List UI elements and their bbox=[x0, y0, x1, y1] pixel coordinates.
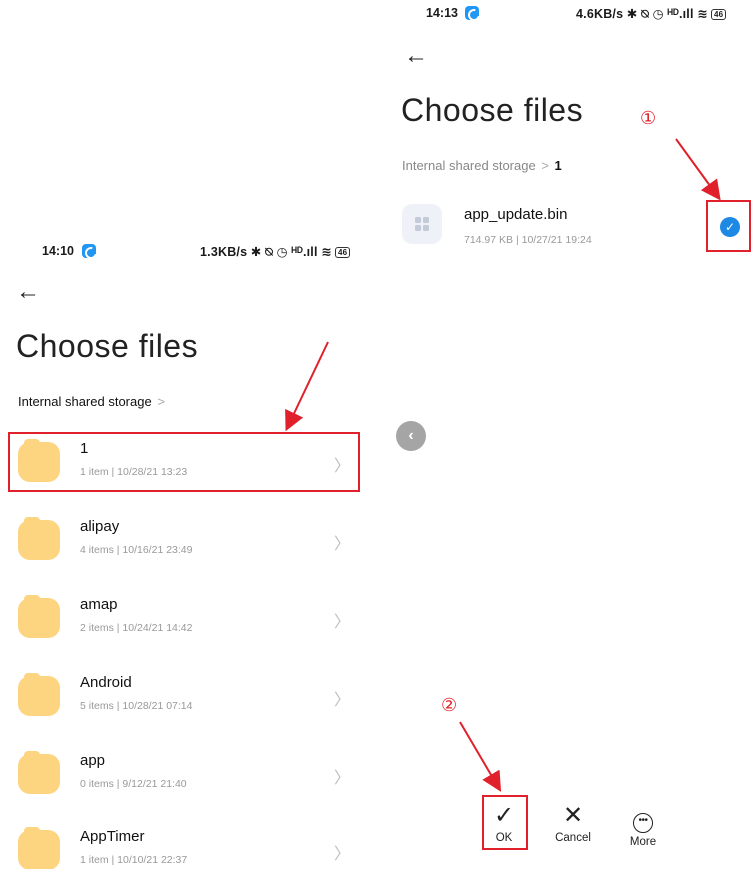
more-icon: ••• bbox=[633, 813, 653, 833]
status-indicator-text: 1.3KB/s ✱ ⍉ ◷ ᴴᴰ.ıll ≋ bbox=[200, 245, 332, 259]
battery-icon: 46 bbox=[335, 247, 351, 258]
highlight-box-folder-1 bbox=[8, 432, 360, 492]
file-meta: 714.97 KB | 10/27/21 19:24 bbox=[464, 234, 592, 246]
folder-meta: 0 items | 9/12/21 21:40 bbox=[80, 778, 187, 790]
folder-name: Android bbox=[80, 674, 132, 691]
status-time: 14:13 bbox=[426, 6, 458, 20]
breadcrumb-root[interactable]: Internal shared storage bbox=[18, 394, 152, 409]
back-arrow-icon[interactable]: ← bbox=[16, 280, 40, 304]
status-bar: 14:10 1.3KB/s ✱ ⍉ ◷ ᴴᴰ.ıll ≋ 46 bbox=[0, 238, 372, 264]
breadcrumb: Internal shared storage > 1 bbox=[402, 158, 562, 173]
folder-icon bbox=[18, 517, 60, 560]
back-arrow-icon[interactable]: ← bbox=[404, 44, 428, 68]
chevron-right-icon: 〉 bbox=[333, 770, 350, 787]
folder-row-app[interactable]: app 0 items | 9/12/21 21:40 〉 bbox=[0, 748, 372, 808]
status-indicators: 1.3KB/s ✱ ⍉ ◷ ᴴᴰ.ıll ≋ 46 bbox=[200, 244, 351, 260]
folder-name: app bbox=[80, 752, 106, 769]
battery-icon: 46 bbox=[711, 9, 727, 20]
highlight-box-ok bbox=[482, 795, 528, 850]
left-screen: 14:10 1.3KB/s ✱ ⍉ ◷ ᴴᴰ.ıll ≋ 46 ← Choose … bbox=[0, 238, 372, 869]
page-title: Choose files bbox=[16, 328, 199, 364]
nav-back-handle-icon[interactable]: ‹ bbox=[396, 421, 426, 451]
right-screen: 14:13 4.6KB/s ✱ ⍉ ◷ ᴴᴰ.ıll ≋ 46 ← Choose … bbox=[390, 0, 755, 869]
folder-icon bbox=[18, 595, 60, 638]
folder-meta: 2 items | 10/24/21 14:42 bbox=[80, 622, 193, 634]
folder-name: amap bbox=[80, 596, 118, 613]
app-notification-icon bbox=[465, 6, 479, 20]
status-indicators: 4.6KB/s ✱ ⍉ ◷ ᴴᴰ.ıll ≋ 46 bbox=[576, 6, 727, 22]
breadcrumb-separator-icon: > bbox=[157, 394, 165, 409]
folder-icon bbox=[18, 751, 60, 794]
folder-name: alipay bbox=[80, 518, 120, 535]
folder-row-apptimer[interactable]: AppTimer 1 item | 10/10/21 22:37 〉 bbox=[0, 824, 372, 869]
file-row[interactable]: app_update.bin 714.97 KB | 10/27/21 19:2… bbox=[390, 196, 755, 256]
breadcrumb-separator-icon: > bbox=[541, 158, 549, 173]
folder-row-amap[interactable]: amap 2 items | 10/24/21 14:42 〉 bbox=[0, 592, 372, 652]
folder-name: AppTimer bbox=[80, 828, 145, 845]
more-label: More bbox=[629, 836, 657, 848]
status-time: 14:10 bbox=[42, 244, 74, 258]
status-bar: 14:13 4.6KB/s ✱ ⍉ ◷ ᴴᴰ.ıll ≋ 46 bbox=[390, 0, 755, 26]
folder-row-android[interactable]: Android 5 items | 10/28/21 07:14 〉 bbox=[0, 670, 372, 730]
page-title: Choose files bbox=[401, 92, 584, 128]
folder-meta: 1 item | 10/10/21 22:37 bbox=[80, 854, 188, 866]
folder-icon bbox=[18, 827, 60, 869]
folder-icon bbox=[18, 673, 60, 716]
file-name: app_update.bin bbox=[464, 206, 568, 223]
app-notification-icon bbox=[82, 244, 96, 258]
folder-meta: 4 items | 10/16/21 23:49 bbox=[80, 544, 193, 556]
step-1-label: ① bbox=[640, 108, 657, 129]
close-icon: ✕ bbox=[562, 802, 584, 829]
chevron-right-icon: 〉 bbox=[333, 536, 350, 553]
cancel-button[interactable]: ✕ Cancel bbox=[548, 802, 598, 845]
file-grid-icon bbox=[402, 204, 442, 244]
folder-row-alipay[interactable]: alipay 4 items | 10/16/21 23:49 〉 bbox=[0, 514, 372, 574]
breadcrumb: Internal shared storage > bbox=[18, 394, 167, 409]
breadcrumb-root[interactable]: Internal shared storage bbox=[402, 158, 536, 173]
chevron-right-icon: 〉 bbox=[333, 846, 350, 863]
step-2-label: ② bbox=[441, 695, 458, 716]
more-button[interactable]: ••• More bbox=[618, 803, 668, 848]
cancel-label: Cancel bbox=[555, 832, 591, 844]
status-indicator-text: 4.6KB/s ✱ ⍉ ◷ ᴴᴰ.ıll ≋ bbox=[576, 7, 708, 21]
chevron-right-icon: 〉 bbox=[333, 614, 350, 631]
breadcrumb-current: 1 bbox=[554, 158, 562, 173]
chevron-right-icon: 〉 bbox=[333, 692, 350, 709]
folder-meta: 5 items | 10/28/21 07:14 bbox=[80, 700, 193, 712]
highlight-box-checkbox bbox=[706, 200, 751, 252]
